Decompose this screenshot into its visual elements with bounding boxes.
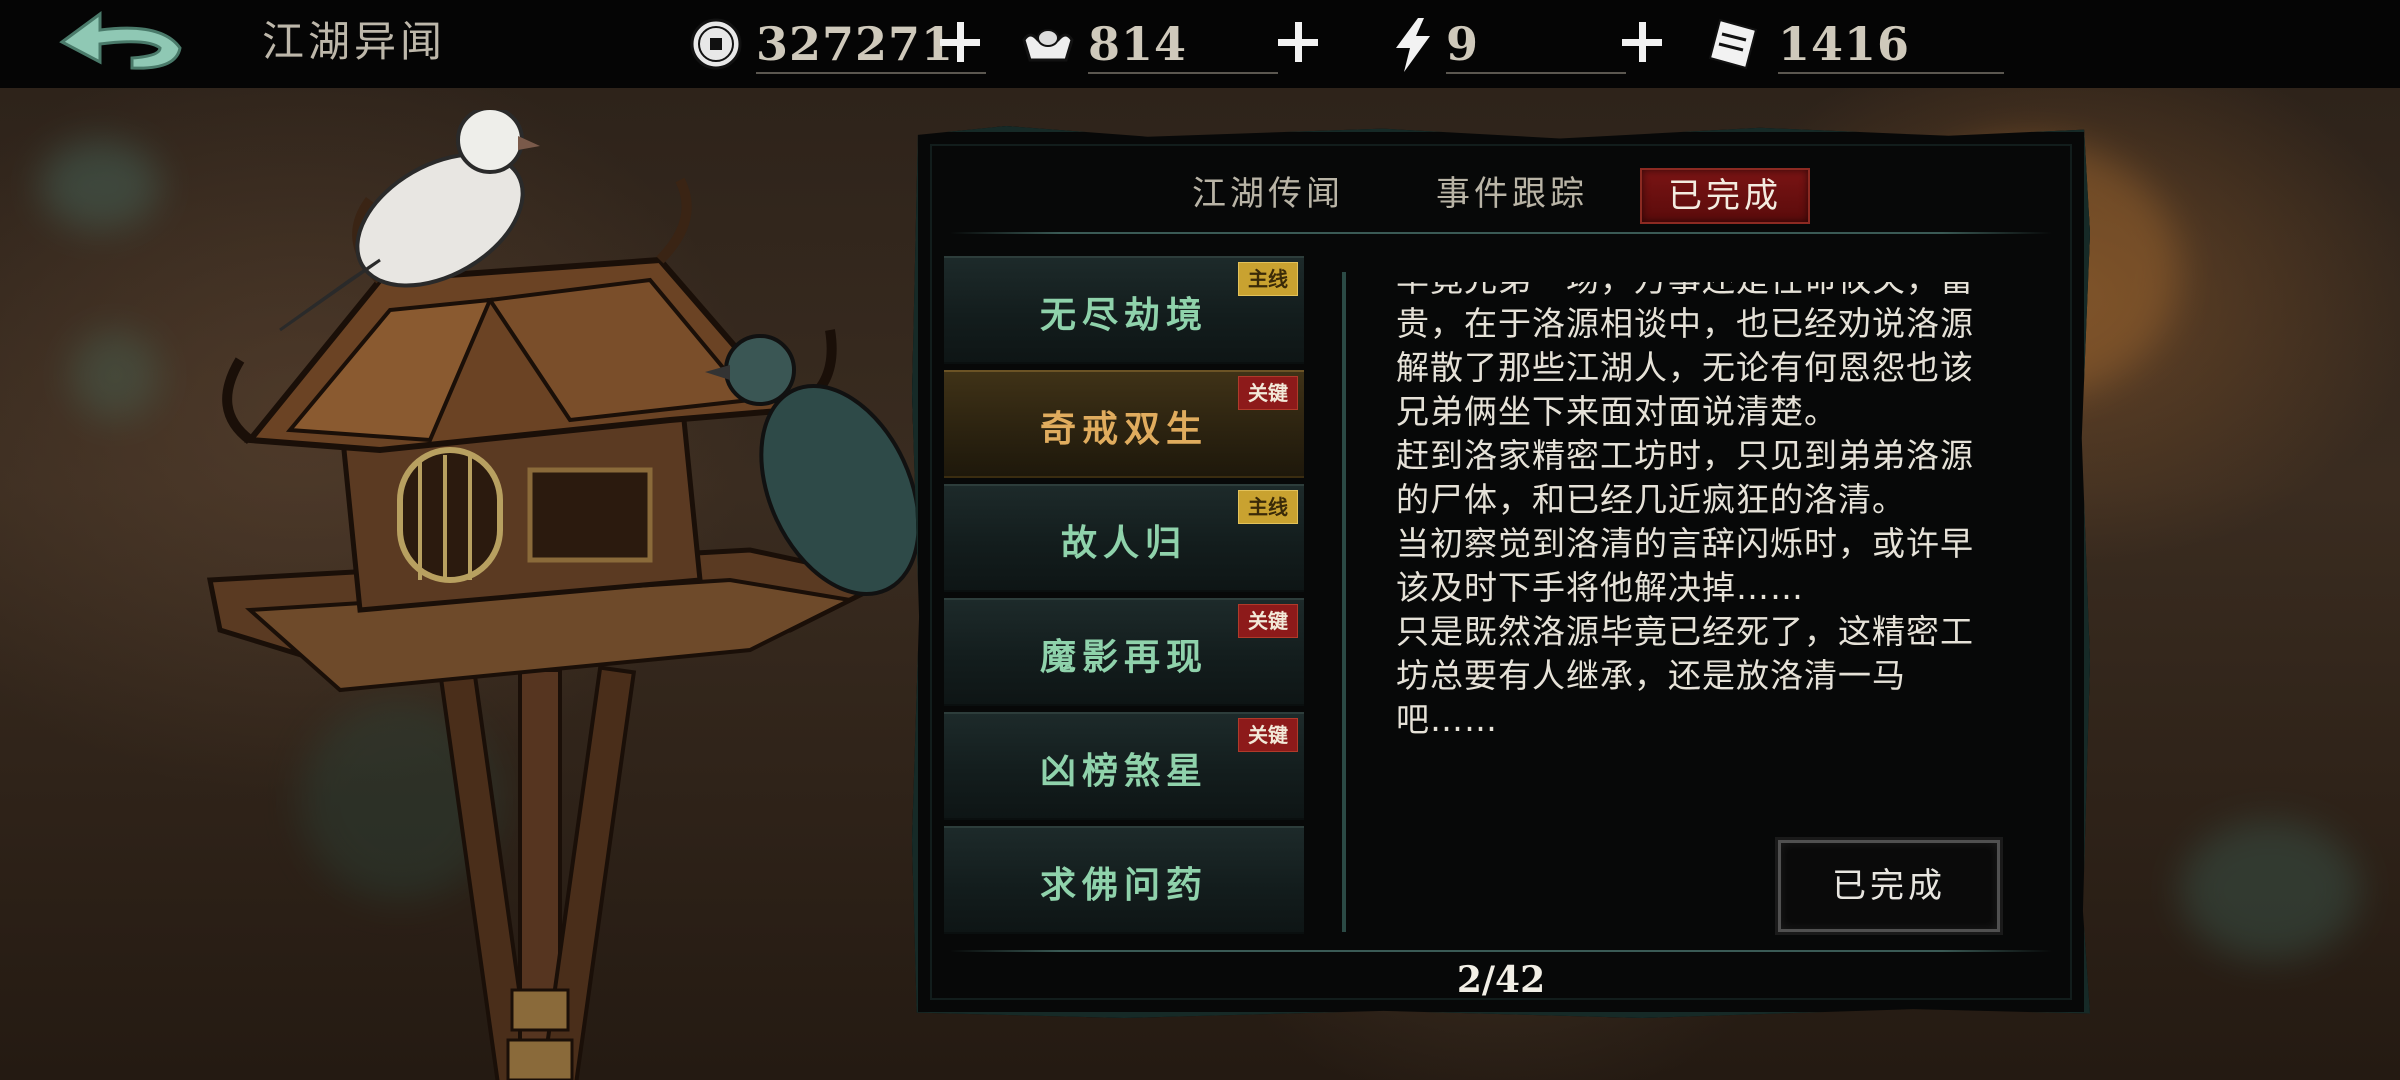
tickets-underline xyxy=(1778,72,2004,74)
quest-badge-main: 主线 xyxy=(1238,262,1298,296)
quest-badge-key: 关键 xyxy=(1238,376,1298,410)
quest-item-selected[interactable]: 奇戒双生 关键 xyxy=(944,370,1304,478)
resource-energy: 9 xyxy=(1386,10,1646,76)
quest-item[interactable]: 求佛问药 xyxy=(944,826,1304,934)
energy-add-wrap xyxy=(1618,10,1678,76)
silver-add-button[interactable] xyxy=(1274,18,1322,66)
quest-log-panel: 江湖传闻 事件跟踪 已完成 无尽劫境 主线 奇戒双生 关键 故人归 主线 魔影再… xyxy=(912,126,2090,1018)
resource-tickets: 1416 xyxy=(1706,10,2006,76)
quest-item[interactable]: 无尽劫境 主线 xyxy=(944,256,1304,364)
quest-badge-key: 关键 xyxy=(1238,718,1298,752)
silver-add-wrap xyxy=(1274,10,1334,76)
energy-underline xyxy=(1446,72,1626,74)
quest-item[interactable]: 魔影再现 关键 xyxy=(944,598,1304,706)
quest-badge-main: 主线 xyxy=(1238,490,1298,524)
story-text: 毕竟兄弟一场，万事还是性命攸关，富贵，在于洛源相谈中，也已经劝说洛源解散了那些江… xyxy=(1396,282,1974,739)
quest-item[interactable]: 凶榜煞星 关键 xyxy=(944,712,1304,820)
top-bar: 江湖异闻 327271 814 9 1416 xyxy=(0,0,2400,88)
tab-bar: 江湖传闻 事件跟踪 已完成 xyxy=(918,152,2084,232)
quest-item[interactable]: 故人归 主线 xyxy=(944,484,1304,592)
silver-underline xyxy=(1088,72,1278,74)
page-title: 江湖异闻 xyxy=(262,17,447,66)
resource-silver: 814 xyxy=(1020,10,1280,76)
tab-rumors[interactable]: 江湖传闻 xyxy=(1168,168,1368,220)
bg-blur-teal-2 xyxy=(70,330,160,420)
ticket-icon xyxy=(1708,18,1758,70)
story-text-area[interactable]: 毕竟兄弟一场，万事还是性命攸关，富贵，在于洛源相谈中，也已经劝说洛源解散了那些江… xyxy=(1396,282,1996,902)
quest-name: 求佛问药 xyxy=(1039,864,1208,906)
bg-blur-teal xyxy=(40,140,160,230)
tickets-value: 1416 xyxy=(1778,17,1911,71)
bg-blur-teal-3 xyxy=(2180,820,2360,960)
quest-badge-key: 关键 xyxy=(1238,604,1298,638)
energy-value: 9 xyxy=(1446,17,1480,71)
completed-button[interactable]: 已完成 xyxy=(1778,840,2000,932)
lightning-icon xyxy=(1396,18,1430,72)
tab-completed[interactable]: 已完成 xyxy=(1640,168,1810,224)
quest-list: 无尽劫境 主线 奇戒双生 关键 故人归 主线 魔影再现 关键 凶榜煞星 关键 求… xyxy=(944,256,1314,936)
energy-add-button[interactable] xyxy=(1618,18,1666,66)
back-button[interactable] xyxy=(52,8,192,80)
copper-coin-icon xyxy=(690,18,742,70)
page-indicator: 2/42 xyxy=(1456,959,1546,1001)
silver-value: 814 xyxy=(1088,17,1188,71)
tab-divider xyxy=(950,232,2052,234)
coins-add-wrap xyxy=(936,10,996,76)
coins-add-button[interactable] xyxy=(936,18,984,66)
silver-ingot-icon xyxy=(1022,29,1074,62)
pigeon-house-illustration xyxy=(206,110,921,1080)
list-scrollbar[interactable] xyxy=(1342,272,1346,932)
tab-tracking[interactable]: 事件跟踪 xyxy=(1412,168,1612,220)
back-arrow-icon xyxy=(59,11,182,70)
coins-value: 327271 xyxy=(756,17,955,71)
bottom-divider xyxy=(950,950,2052,952)
